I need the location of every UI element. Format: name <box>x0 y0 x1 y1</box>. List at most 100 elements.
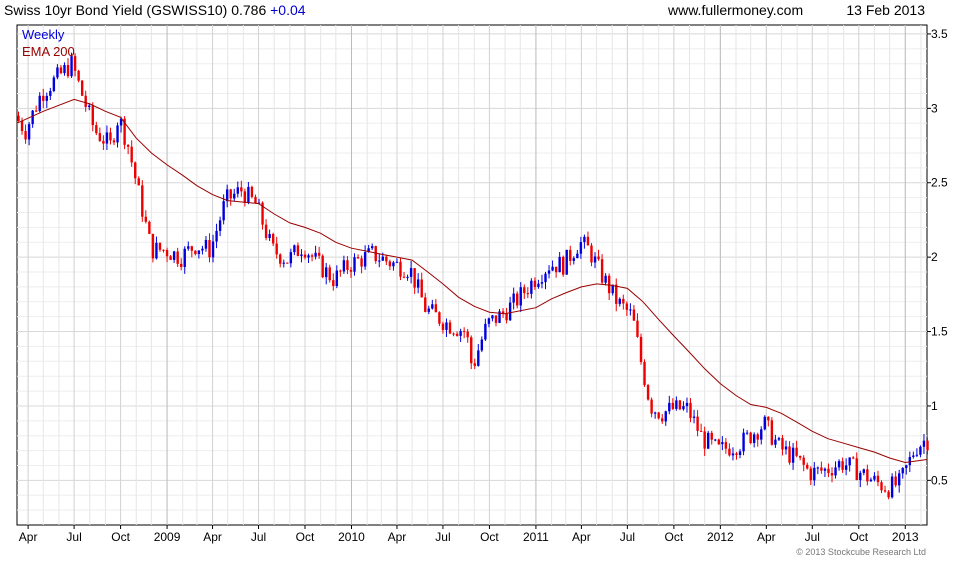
candle-body <box>661 418 664 422</box>
candle-body <box>254 196 257 204</box>
candle-body <box>717 439 721 445</box>
candle-body <box>919 446 922 455</box>
candle-body <box>34 110 38 112</box>
candle-body <box>187 246 190 249</box>
candle <box>643 359 646 387</box>
candle-body <box>88 105 91 107</box>
candle-body <box>657 412 660 419</box>
candle-body <box>530 280 533 294</box>
candle-body <box>194 250 197 255</box>
candle-body <box>646 385 650 400</box>
candle <box>639 333 643 365</box>
candle-body <box>381 256 385 261</box>
candle <box>148 220 151 235</box>
candle-body <box>144 216 148 222</box>
candle-body <box>197 250 201 255</box>
candle-body <box>880 482 883 491</box>
y-tick-label: 2.5 <box>931 176 948 190</box>
candle-body <box>385 256 388 262</box>
candle-body <box>494 315 498 323</box>
candle-body <box>576 253 579 259</box>
candle-body <box>116 125 119 143</box>
candle-body <box>134 162 137 179</box>
candle-body <box>416 279 420 288</box>
candle-body <box>63 64 66 74</box>
candle-body <box>622 298 625 304</box>
candle <box>646 383 650 401</box>
candle-body <box>813 467 816 481</box>
candle-body <box>434 304 438 313</box>
candle-body <box>827 468 830 474</box>
candle-body <box>692 416 696 418</box>
candle-body <box>883 490 887 492</box>
candle-body <box>763 416 766 430</box>
candle-body <box>798 455 802 458</box>
candle-body <box>926 440 929 451</box>
candle-body <box>109 132 112 141</box>
candle-body <box>618 298 621 304</box>
candle-body <box>236 187 239 194</box>
candle <box>763 415 766 431</box>
x-tick-label: Oct <box>111 530 130 544</box>
candle-body <box>752 434 756 444</box>
candle-body <box>363 252 367 267</box>
candle-body <box>749 432 752 444</box>
candle-body <box>894 476 897 486</box>
candle-body <box>215 230 218 242</box>
candle-body <box>349 269 353 272</box>
legend-weekly: Weekly <box>22 27 65 42</box>
candle-body <box>339 270 342 272</box>
candle-body <box>554 266 558 273</box>
x-tick-label: 2012 <box>707 530 734 544</box>
candle-body <box>240 187 243 192</box>
candle-body <box>735 453 738 455</box>
candle-body <box>516 293 519 306</box>
candle-body <box>639 336 643 362</box>
candle-body <box>158 242 162 250</box>
candle-body <box>20 120 24 132</box>
candle-body <box>844 465 848 470</box>
candle-body <box>862 469 866 473</box>
candle-body <box>664 411 667 422</box>
candle-body <box>600 259 604 283</box>
candle-body <box>169 256 172 260</box>
candle-body <box>296 245 300 256</box>
candle-body <box>441 323 445 330</box>
candle-body <box>314 252 317 257</box>
candle-body <box>558 256 561 273</box>
candle <box>328 264 331 283</box>
candle-body <box>512 293 515 303</box>
candle-body <box>413 268 416 288</box>
candle-body <box>901 467 904 474</box>
candle-body <box>869 479 873 482</box>
candle-body <box>699 430 703 432</box>
candle-body <box>360 258 363 267</box>
candle <box>561 255 565 277</box>
candle-body <box>823 468 827 471</box>
candle-body <box>523 287 526 294</box>
candle-body <box>689 402 692 418</box>
y-tick-label: 0.5 <box>931 473 948 487</box>
candle-body <box>218 220 222 231</box>
candle-body <box>597 256 600 260</box>
candle-body <box>784 446 788 450</box>
candle-body <box>643 361 646 386</box>
candle-body <box>477 350 480 366</box>
candle <box>141 180 144 222</box>
candle-body <box>583 236 586 243</box>
candle-body <box>151 233 155 259</box>
candle-body <box>866 469 869 482</box>
x-tick-label: Oct <box>480 530 499 544</box>
candle-body <box>682 406 685 410</box>
candle <box>80 79 84 97</box>
candle-body <box>17 115 20 121</box>
candle <box>250 185 254 199</box>
candle-body <box>890 476 894 498</box>
candle-body <box>915 454 919 456</box>
candle-body <box>427 308 430 312</box>
candle-body <box>208 239 211 258</box>
candle-body <box>678 400 682 410</box>
candle-body <box>505 313 508 321</box>
candle-body <box>332 280 335 287</box>
candle-body <box>201 248 204 251</box>
